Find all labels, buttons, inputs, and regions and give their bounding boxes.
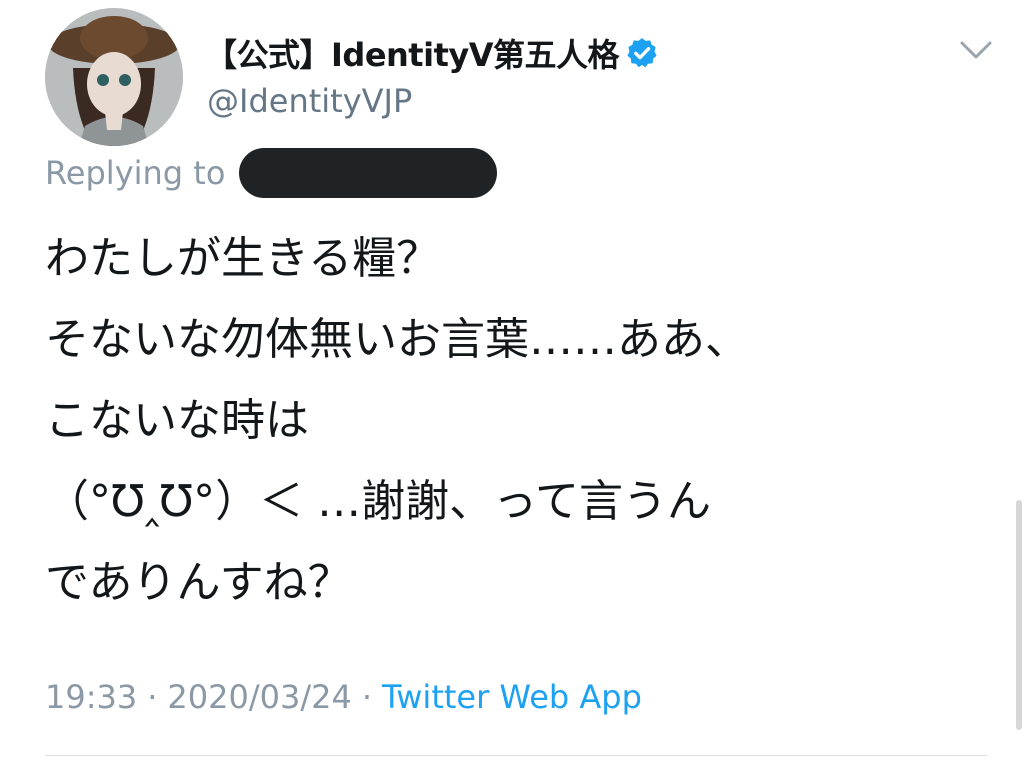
- display-name[interactable]: 【公式】IdentityV第五人格: [205, 30, 620, 76]
- reply-context: Replying to: [45, 148, 498, 198]
- reply-label: Replying to: [45, 154, 226, 192]
- verified-badge-icon: [625, 36, 659, 70]
- separator: ·: [147, 678, 158, 716]
- user-handle[interactable]: @IdentityVJP: [207, 82, 412, 120]
- tweet-time[interactable]: 19:33: [45, 678, 137, 716]
- avatar[interactable]: [45, 8, 183, 146]
- display-name-row[interactable]: 【公式】IdentityV第五人格: [205, 30, 659, 76]
- tweet-text: わたしが生きる糧？ そないな勿体無いお言葉……ああ、 こないな時は （°℧‸℧°…: [45, 218, 995, 623]
- tweet-date[interactable]: 2020/03/24: [167, 678, 351, 716]
- tweet-text-line: こないな時は: [45, 395, 309, 446]
- chevron-down-icon[interactable]: [956, 36, 996, 64]
- tweet-metadata: 19:33 · 2020/03/24 · Twitter Web App: [45, 672, 642, 722]
- separator: ·: [361, 678, 372, 716]
- redacted-reply-target: [239, 148, 498, 198]
- scrollbar[interactable]: [1016, 500, 1022, 730]
- tweet-text-line: そないな勿体無いお言葉……ああ、: [45, 314, 749, 365]
- tweet-text-line: わたしが生きる糧？: [45, 233, 441, 284]
- divider: [45, 755, 988, 756]
- tweet-text-line: でありんすね？: [45, 557, 352, 608]
- avatar-image: [45, 8, 183, 146]
- tweet-text-line: （°℧‸℧°）＜ …謝謝、って言うん: [45, 476, 711, 527]
- tweet-source-link[interactable]: Twitter Web App: [382, 678, 642, 716]
- tweet-card: 【公式】IdentityV第五人格 @IdentityVJP Replying …: [0, 0, 1024, 765]
